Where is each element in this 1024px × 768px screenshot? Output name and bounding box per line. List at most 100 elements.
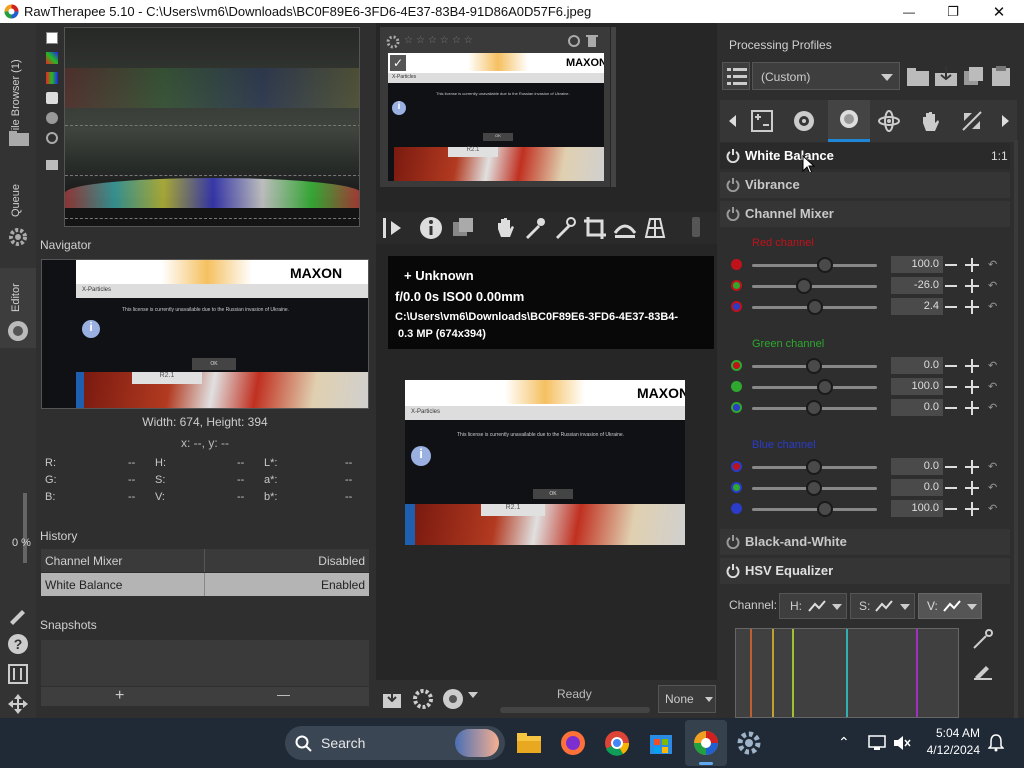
trash-icon[interactable] bbox=[586, 34, 598, 48]
slider-knob[interactable] bbox=[817, 257, 833, 273]
maximize-button[interactable]: ❐ bbox=[930, 0, 976, 23]
volume-muted-icon[interactable] bbox=[893, 735, 911, 751]
decrement-button[interactable] bbox=[945, 407, 957, 409]
clock[interactable]: 5:04 AM 4/12/2024 bbox=[918, 726, 980, 757]
histogram-rgb-icon[interactable] bbox=[46, 52, 58, 64]
external-editor-icon[interactable] bbox=[440, 686, 466, 712]
blue-g-slider[interactable]: 0.0 ↶ bbox=[727, 478, 1002, 498]
minimize-button[interactable]: — bbox=[886, 0, 932, 23]
power-icon[interactable] bbox=[726, 149, 740, 163]
black-and-white-section[interactable]: Black-and-White bbox=[720, 529, 1010, 555]
reset-icon[interactable]: ↶ bbox=[988, 401, 997, 414]
red-b-slider[interactable]: 2.4 ↶ bbox=[727, 297, 1002, 317]
histogram-raw-icon[interactable] bbox=[46, 132, 58, 144]
curve-edit-point-icon[interactable] bbox=[972, 628, 994, 650]
slider-value[interactable]: 100.0 bbox=[891, 378, 943, 395]
profile-select[interactable]: (Custom) bbox=[752, 62, 900, 90]
tab-detail-icon[interactable] bbox=[792, 109, 816, 133]
chevron-down-icon[interactable] bbox=[468, 692, 478, 698]
slider-value[interactable]: 0.0 bbox=[891, 357, 943, 374]
tab-exposure-icon[interactable] bbox=[750, 109, 774, 133]
help-icon[interactable]: ? bbox=[7, 633, 29, 655]
decrement-button[interactable] bbox=[945, 285, 957, 287]
histogram-waveform[interactable] bbox=[64, 27, 360, 227]
green-g-slider[interactable]: 100.0 ↶ bbox=[727, 377, 1002, 397]
save-image-icon[interactable] bbox=[380, 686, 406, 712]
filmstrip[interactable]: ☆☆☆☆☆☆ MAXON X-Particles ✓ i This licens… bbox=[380, 27, 610, 187]
decrement-button[interactable] bbox=[945, 306, 957, 308]
histogram-linear-icon[interactable] bbox=[46, 32, 58, 44]
notification-bell-icon[interactable] bbox=[988, 734, 1004, 752]
decrement-button[interactable] bbox=[945, 264, 957, 266]
reset-icon[interactable]: ↶ bbox=[988, 380, 997, 393]
histogram-bar-icon[interactable] bbox=[46, 160, 58, 170]
before-after-icon[interactable] bbox=[450, 215, 476, 241]
power-icon[interactable] bbox=[726, 178, 740, 192]
slider-knob[interactable] bbox=[806, 400, 822, 416]
toolbar-overflow-handle[interactable] bbox=[692, 217, 700, 237]
store-icon[interactable] bbox=[648, 730, 674, 756]
decrement-button[interactable] bbox=[945, 365, 957, 367]
decrement-button[interactable] bbox=[945, 487, 957, 489]
save-profile-icon[interactable] bbox=[934, 65, 958, 87]
tray-chevron-up-icon[interactable]: ⌃ bbox=[838, 734, 850, 751]
perspective-icon[interactable] bbox=[642, 215, 668, 241]
settings-icon[interactable] bbox=[736, 730, 762, 756]
taskbar-rawtherapee[interactable] bbox=[685, 720, 727, 766]
curve-pencil-icon[interactable] bbox=[972, 658, 994, 680]
power-icon[interactable] bbox=[726, 564, 740, 578]
reset-icon[interactable]: ↶ bbox=[988, 359, 997, 372]
power-icon[interactable] bbox=[726, 535, 740, 549]
slider-knob[interactable] bbox=[806, 459, 822, 475]
slider-value[interactable]: 100.0 bbox=[891, 256, 943, 273]
tabs-left-arrow[interactable] bbox=[729, 115, 736, 127]
tab-editor[interactable]: Editor bbox=[0, 268, 36, 348]
history-item[interactable]: Channel Mixer Disabled bbox=[41, 549, 369, 572]
network-icon[interactable] bbox=[868, 735, 886, 751]
tab-locallab-icon[interactable] bbox=[918, 109, 942, 133]
folder-icon[interactable] bbox=[8, 129, 30, 147]
hide-panel-icon[interactable] bbox=[379, 215, 405, 241]
slider-knob[interactable] bbox=[806, 358, 822, 374]
green-r-slider[interactable]: 0.0 ↶ bbox=[727, 356, 1002, 376]
vibrance-section[interactable]: Vibrance bbox=[720, 172, 1010, 198]
edit-icon[interactable] bbox=[7, 603, 29, 625]
slider-knob[interactable] bbox=[817, 501, 833, 517]
copy-profile-icon[interactable] bbox=[962, 65, 986, 87]
slider-knob[interactable] bbox=[807, 299, 823, 315]
reset-icon[interactable]: ↶ bbox=[988, 279, 997, 292]
tab-file-browser[interactable]: File Browser (1) bbox=[10, 37, 22, 137]
navigator-preview[interactable]: MAXON X-Particles i This license is curr… bbox=[41, 259, 369, 409]
blue-r-slider[interactable]: 0.0 ↶ bbox=[727, 457, 1002, 477]
preview-mode-select[interactable]: None bbox=[658, 685, 716, 713]
tabs-right-arrow[interactable] bbox=[1002, 115, 1009, 127]
hsv-equalizer-section[interactable]: HSV Equalizer bbox=[720, 558, 1010, 584]
paste-profile-icon[interactable] bbox=[990, 65, 1014, 87]
chrome-icon[interactable] bbox=[604, 730, 630, 756]
slider-value[interactable]: -26.0 bbox=[891, 277, 943, 294]
firefox-icon[interactable] bbox=[560, 730, 586, 756]
hsv-s-curve-button[interactable]: S: bbox=[850, 593, 915, 619]
blue-b-slider[interactable]: 100.0 ↶ bbox=[727, 499, 1002, 519]
search-box[interactable]: Search bbox=[285, 726, 505, 760]
add-snapshot-button[interactable]: + bbox=[115, 687, 124, 705]
profile-list-button[interactable] bbox=[722, 62, 750, 90]
slider-value[interactable]: 100.0 bbox=[891, 500, 943, 517]
straighten-icon[interactable] bbox=[612, 215, 638, 241]
move-icon[interactable] bbox=[7, 693, 29, 715]
tab-advanced-icon[interactable] bbox=[877, 109, 901, 133]
checkbox-selected-icon[interactable]: ✓ bbox=[390, 55, 406, 71]
sliders-icon[interactable] bbox=[7, 663, 29, 685]
red-g-slider[interactable]: -26.0 ↶ bbox=[727, 276, 1002, 296]
hand-tool-icon[interactable] bbox=[492, 215, 518, 241]
decrement-button[interactable] bbox=[945, 508, 957, 510]
tab-color[interactable] bbox=[828, 100, 870, 142]
reset-icon[interactable]: ↶ bbox=[988, 481, 997, 494]
close-button[interactable]: ✕ bbox=[976, 0, 1022, 23]
snapshots-list[interactable] bbox=[41, 640, 369, 686]
hsv-v-curve-button[interactable]: V: bbox=[918, 593, 982, 619]
filmstrip-thumbnail[interactable]: MAXON X-Particles ✓ i This license is cu… bbox=[388, 53, 604, 181]
decrement-button[interactable] bbox=[945, 386, 957, 388]
main-image-preview[interactable]: MAXON X-Particles i This license is curr… bbox=[405, 380, 685, 545]
slider-knob[interactable] bbox=[806, 480, 822, 496]
